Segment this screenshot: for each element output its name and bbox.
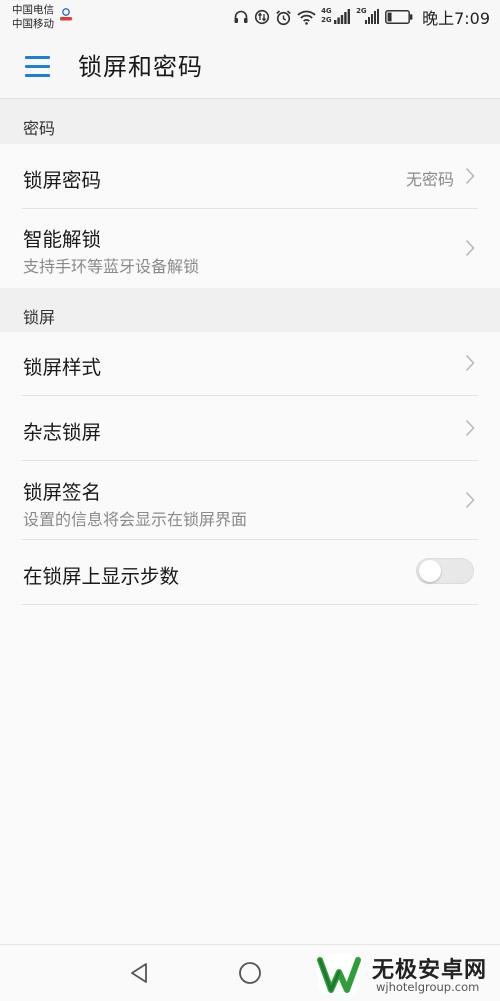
wifi-icon [297, 10, 316, 25]
carrier-logo-icon [60, 8, 72, 21]
smart-unlock-subtitle: 支持手环等蓝牙设备解锁 [23, 257, 200, 276]
home-icon[interactable] [236, 959, 264, 987]
show-steps-label: 在锁屏上显示步数 [23, 565, 180, 588]
clock-time: 晚上7:09 [422, 9, 490, 28]
signal-icon [365, 9, 380, 24]
section-header-label: 密码 [23, 119, 56, 138]
back-icon[interactable] [126, 959, 154, 987]
lockscreen-signature-row[interactable]: 锁屏签名 设置的信息将会显示在锁屏界面 [0, 461, 500, 539]
show-steps-toggle[interactable] [416, 558, 474, 584]
section-header-label: 锁屏 [23, 308, 56, 327]
alarm-icon [276, 9, 291, 25]
lockscreen-signature-subtitle: 设置的信息将会显示在锁屏界面 [23, 510, 248, 529]
lockscreen-signature-label: 锁屏签名 [23, 481, 102, 504]
battery-icon [385, 10, 413, 24]
chevron-right-icon [465, 419, 475, 437]
chevron-right-icon [465, 167, 475, 185]
data-saver-icon [254, 9, 270, 25]
chevron-right-icon [465, 491, 475, 509]
menu-icon-line-1 [25, 56, 50, 59]
magazine-lockscreen-row[interactable]: 杂志锁屏 [0, 396, 500, 460]
magazine-lockscreen-label: 杂志锁屏 [23, 421, 102, 444]
network-type-1: 4G [321, 7, 332, 15]
network-type-2: 2G [321, 16, 332, 24]
page-title: 锁屏和密码 [78, 53, 203, 81]
lock-password-value: 无密码 [405, 170, 454, 189]
status-icons: 4G 2G 2G 晚上7:09 [233, 6, 490, 28]
signal-2-group: 2G [356, 7, 380, 26]
carrier-info: 中国电信 中国移动 [12, 3, 54, 31]
menu-icon-line-3 [25, 74, 50, 77]
carrier-1-label: 中国电信 [12, 4, 54, 16]
carrier-2-label: 中国移动 [12, 18, 54, 30]
lockscreen-style-row[interactable]: 锁屏样式 [0, 332, 500, 395]
smart-unlock-row[interactable]: 智能解锁 支持手环等蓝牙设备解锁 [0, 209, 500, 288]
lockscreen-style-label: 锁屏样式 [23, 356, 102, 379]
lock-password-row[interactable]: 锁屏密码 无密码 [0, 144, 500, 208]
chevron-right-icon [465, 354, 475, 372]
show-steps-row: 在锁屏上显示步数 [0, 540, 500, 604]
toggle-knob [419, 560, 441, 582]
watermark-url: wjhotelgroup.com [376, 980, 480, 994]
chevron-right-icon [465, 239, 475, 257]
divider [22, 604, 478, 605]
status-bar: 中国电信 中国移动 4G 2G 2G 晚上7:09 [0, 0, 500, 36]
headset-icon [234, 10, 248, 23]
title-bar: 锁屏和密码 [0, 36, 500, 99]
signal-icon [334, 9, 351, 24]
section-header-password: 密码 [0, 99, 500, 144]
watermark: 无极安卓网 wjhotelgroup.com [314, 950, 500, 1000]
menu-icon-line-2 [25, 65, 50, 68]
section-header-lockscreen: 锁屏 [0, 288, 500, 332]
menu-button[interactable] [22, 54, 56, 80]
smart-unlock-label: 智能解锁 [23, 228, 102, 251]
signal-1-group: 4G 2G [321, 7, 351, 26]
lock-password-label: 锁屏密码 [23, 169, 102, 192]
watermark-logo-icon [317, 954, 361, 994]
